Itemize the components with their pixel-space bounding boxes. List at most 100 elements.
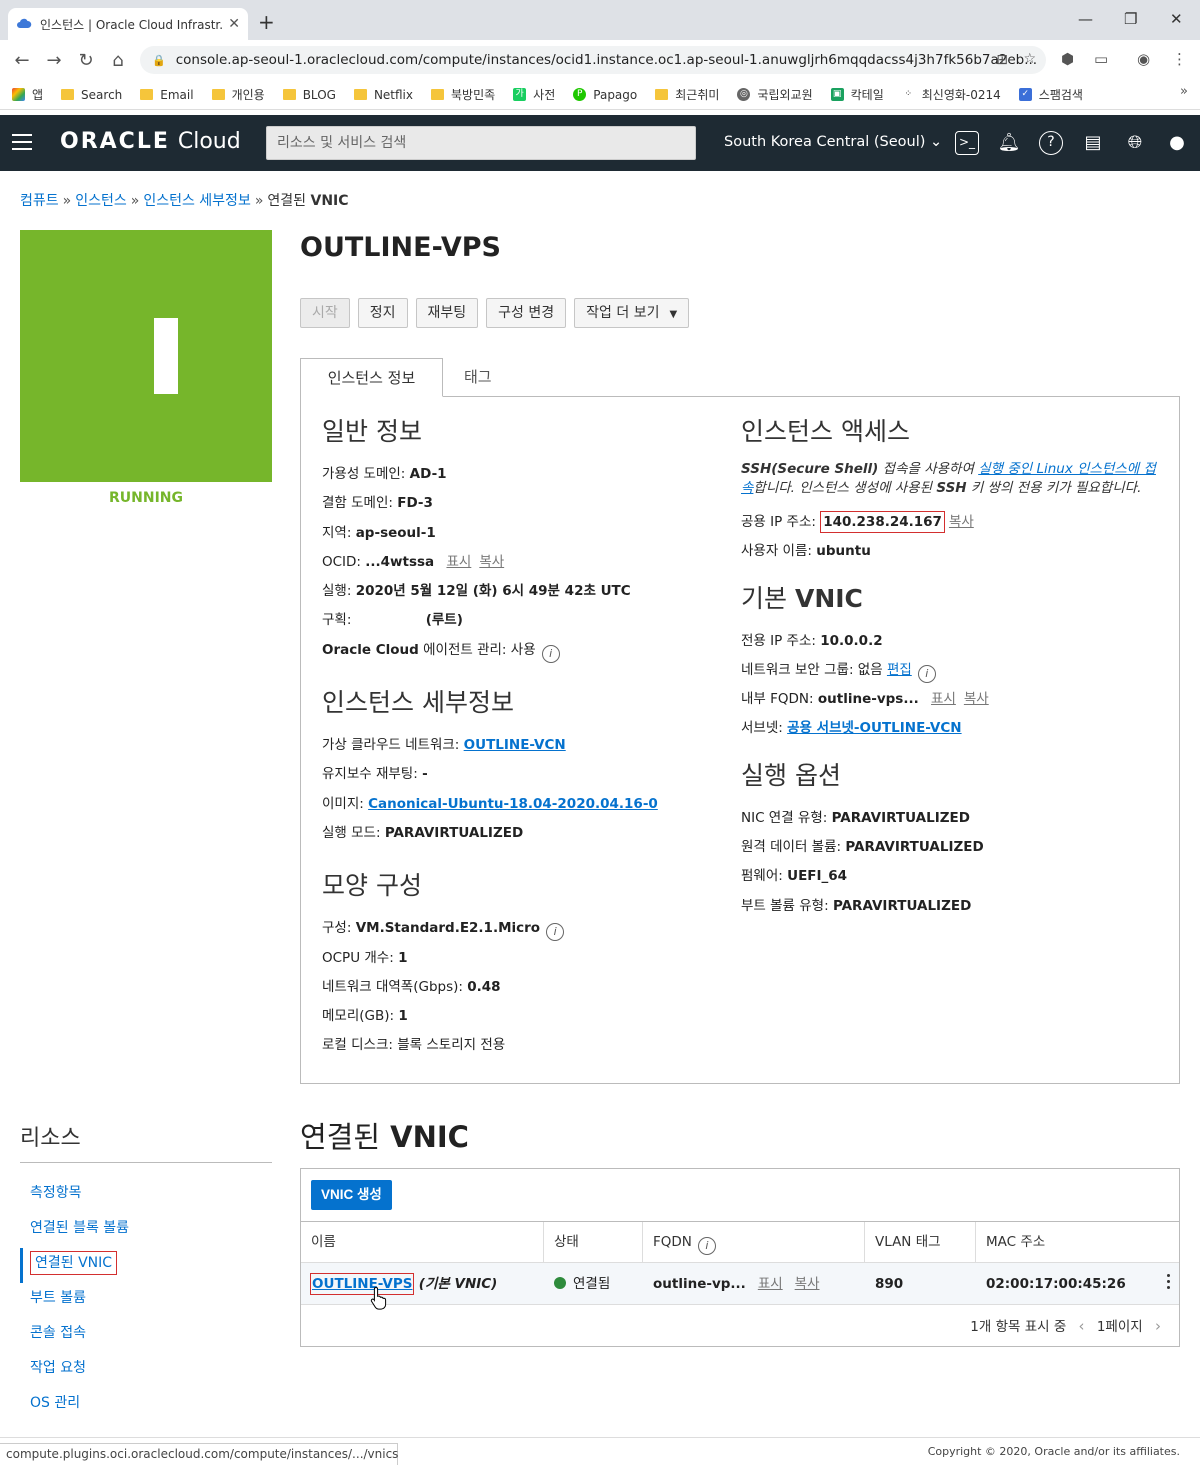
- ocpu-row: OCPU 개수: 1: [322, 949, 408, 966]
- back-icon[interactable]: ←: [6, 50, 38, 71]
- image-link[interactable]: Canonical-Ubuntu-18.04-2020.04.16-0: [368, 796, 658, 812]
- tab-tags[interactable]: 태그: [464, 358, 492, 396]
- col-name[interactable]: 이름: [301, 1222, 544, 1263]
- item-count: 1개 항목 표시 중: [970, 1319, 1067, 1335]
- create-vnic-button[interactable]: VNIC 생성: [311, 1180, 392, 1210]
- vnic-name-link[interactable]: OUTLINE-VPS: [310, 1273, 415, 1295]
- resource-console-connection[interactable]: 콘솔 접속: [20, 1318, 272, 1353]
- boot-volume-type-row: 부트 볼륨 유형: PARAVIRTUALIZED: [741, 897, 972, 914]
- new-tab-icon[interactable]: +: [258, 10, 275, 34]
- footer-divider: [0, 1437, 1200, 1438]
- forward-icon[interactable]: →: [38, 50, 70, 71]
- bookmark-northern[interactable]: 북방민족: [431, 86, 495, 103]
- browser-tab-strip: 인스턴스 | Oracle Cloud Infrastr... ✕ + — ❐ …: [0, 0, 1200, 40]
- oracle-cloud-logo[interactable]: ORACLE Cloud: [60, 129, 241, 154]
- subnet-link[interactable]: 공용 서브넷-OUTLINE-VCN: [787, 720, 961, 736]
- more-actions-button[interactable]: 작업 더 보기 ▼: [574, 298, 690, 328]
- nsg-edit-link[interactable]: 편집: [887, 662, 912, 678]
- col-mac[interactable]: MAC 주소: [976, 1222, 1179, 1263]
- minimize-icon[interactable]: —: [1078, 10, 1093, 28]
- col-vlan[interactable]: VLAN 태그: [865, 1222, 976, 1263]
- vnic-fqdn-copy-link[interactable]: 복사: [795, 1276, 820, 1292]
- edit-config-button[interactable]: 구성 변경: [486, 298, 567, 328]
- feedback-chat-icon[interactable]: ▤: [1081, 131, 1105, 155]
- bookmark-hobby[interactable]: 최근취미: [655, 86, 719, 103]
- fqdn-copy-link[interactable]: 복사: [964, 691, 989, 707]
- bookmark-netflix[interactable]: Netflix: [353, 88, 413, 102]
- resource-block-volumes[interactable]: 연결된 블록 볼륨: [20, 1213, 272, 1248]
- ocid-copy-link[interactable]: 복사: [479, 554, 504, 570]
- bookmark-diplomacy[interactable]: ◎ 국립외교원: [737, 86, 813, 103]
- browser-menu-icon[interactable]: ⋮: [1172, 50, 1187, 68]
- cloud-shell-icon[interactable]: >_: [955, 131, 979, 155]
- resource-attached-vnics[interactable]: 연결된 VNIC: [20, 1248, 272, 1283]
- bookmark-cocktail[interactable]: ▣ 칵테일: [830, 86, 884, 103]
- vnic-table: VNIC 생성 이름 상태 FQDN i VLAN 태그 MAC 주소 OUTLI…: [300, 1168, 1180, 1347]
- cast-icon[interactable]: ▭: [1094, 50, 1108, 68]
- ocid-show-link[interactable]: 표시: [446, 554, 471, 570]
- region-selector[interactable]: South Korea Central (Seoul) ⌄: [724, 134, 942, 150]
- bookmark-personal[interactable]: 개인용: [211, 86, 265, 103]
- instance-access-heading: 인스턴스 액세스: [741, 417, 910, 446]
- public-ip-copy-link[interactable]: 복사: [949, 514, 974, 530]
- stop-button[interactable]: 정지: [357, 298, 408, 328]
- reboot-button[interactable]: 재부팅: [415, 298, 479, 328]
- bookmark-blog[interactable]: BLOG: [282, 88, 336, 102]
- close-tab-icon[interactable]: ✕: [228, 16, 240, 32]
- translate-icon[interactable]: ⊞: [996, 52, 1008, 68]
- next-page-icon[interactable]: ›: [1155, 1317, 1161, 1335]
- row-actions-kebab-icon[interactable]: [1167, 1274, 1171, 1292]
- address-bar[interactable]: 🔒 console.ap-seoul-1.oraclecloud.com/com…: [140, 46, 1046, 74]
- bookmark-apps[interactable]: 앱: [12, 86, 43, 103]
- user-profile-icon[interactable]: ●: [1165, 131, 1189, 155]
- info-icon[interactable]: i: [697, 1237, 716, 1255]
- more-bookmarks-icon[interactable]: »: [1180, 84, 1188, 99]
- close-window-icon[interactable]: ✕: [1170, 10, 1183, 28]
- browser-tab[interactable]: 인스턴스 | Oracle Cloud Infrastr... ✕: [8, 8, 248, 40]
- nsg-row: 네트워크 보안 그룹: 없음 편집 i: [741, 656, 1161, 685]
- reload-icon[interactable]: ↻: [70, 50, 102, 71]
- profile-icon[interactable]: ◉: [1137, 50, 1150, 68]
- spam-search-icon: ✓: [1018, 88, 1032, 101]
- vcn-link[interactable]: OUTLINE-VCN: [464, 737, 566, 753]
- subnet-row: 서브넷: 공용 서브넷-OUTLINE-VCN: [741, 720, 962, 737]
- bookmark-email[interactable]: Email: [140, 88, 194, 102]
- bookmark-papago[interactable]: P Papago: [573, 88, 637, 102]
- info-icon[interactable]: i: [546, 923, 565, 942]
- maximize-icon[interactable]: ❐: [1124, 10, 1137, 28]
- home-icon[interactable]: ⌂: [102, 50, 134, 71]
- language-globe-icon[interactable]: 🌐︎: [1123, 131, 1147, 155]
- table-row: OUTLINE-VPS (기본 VNIC) 연결됨 outline-vp... 표…: [301, 1263, 1179, 1305]
- breadcrumb-instance-details[interactable]: 인스턴스 세부정보: [143, 193, 251, 209]
- start-button[interactable]: 시작: [300, 298, 350, 328]
- resource-work-requests[interactable]: 작업 요청: [20, 1353, 272, 1388]
- action-bar: 시작 정지 재부팅 구성 변경 작업 더 보기 ▼: [300, 298, 697, 328]
- col-fqdn[interactable]: FQDN i: [643, 1222, 865, 1263]
- globe-icon: ◎: [737, 88, 751, 101]
- instance-details-heading: 인스턴스 세부정보: [322, 688, 514, 718]
- info-icon[interactable]: i: [541, 644, 560, 663]
- bell-icon[interactable]: 🔔︎: [997, 131, 1021, 155]
- menu-hamburger-icon[interactable]: [12, 134, 32, 155]
- help-icon[interactable]: ?: [1039, 131, 1063, 155]
- bookmark-spam[interactable]: ✓ 스팸검색: [1018, 86, 1083, 103]
- bookmark-movies[interactable]: ⁘ 최신영화-0214: [901, 86, 1001, 103]
- resource-boot-volume[interactable]: 부트 볼륨: [20, 1283, 272, 1318]
- bookmark-search[interactable]: Search: [61, 88, 122, 102]
- info-icon[interactable]: i: [917, 664, 936, 683]
- hand-pointer-cursor-icon: [370, 1286, 387, 1310]
- bookmark-dictionary[interactable]: 가 사전: [513, 86, 555, 103]
- bookmark-star-icon[interactable]: ☆: [1023, 51, 1036, 67]
- fqdn-show-link[interactable]: 표시: [931, 691, 956, 707]
- breadcrumb-compute[interactable]: 컴퓨트: [20, 193, 59, 209]
- breadcrumb-instances[interactable]: 인스턴스: [75, 193, 127, 209]
- resource-os-management[interactable]: OS 관리: [20, 1388, 272, 1423]
- tab-instance-info[interactable]: 인스턴스 정보: [300, 358, 443, 397]
- resource-search-input[interactable]: 리소스 및 서비스 검색: [266, 126, 696, 160]
- resource-metrics[interactable]: 측정항목: [20, 1178, 272, 1213]
- extension-icon[interactable]: ⬢: [1061, 50, 1074, 68]
- prev-page-icon[interactable]: ‹: [1079, 1317, 1085, 1335]
- copyright: Copyright © 2020, Oracle and/or its affi…: [927, 1445, 1180, 1458]
- vnic-fqdn-show-link[interactable]: 표시: [758, 1276, 783, 1292]
- col-state[interactable]: 상태: [544, 1222, 643, 1263]
